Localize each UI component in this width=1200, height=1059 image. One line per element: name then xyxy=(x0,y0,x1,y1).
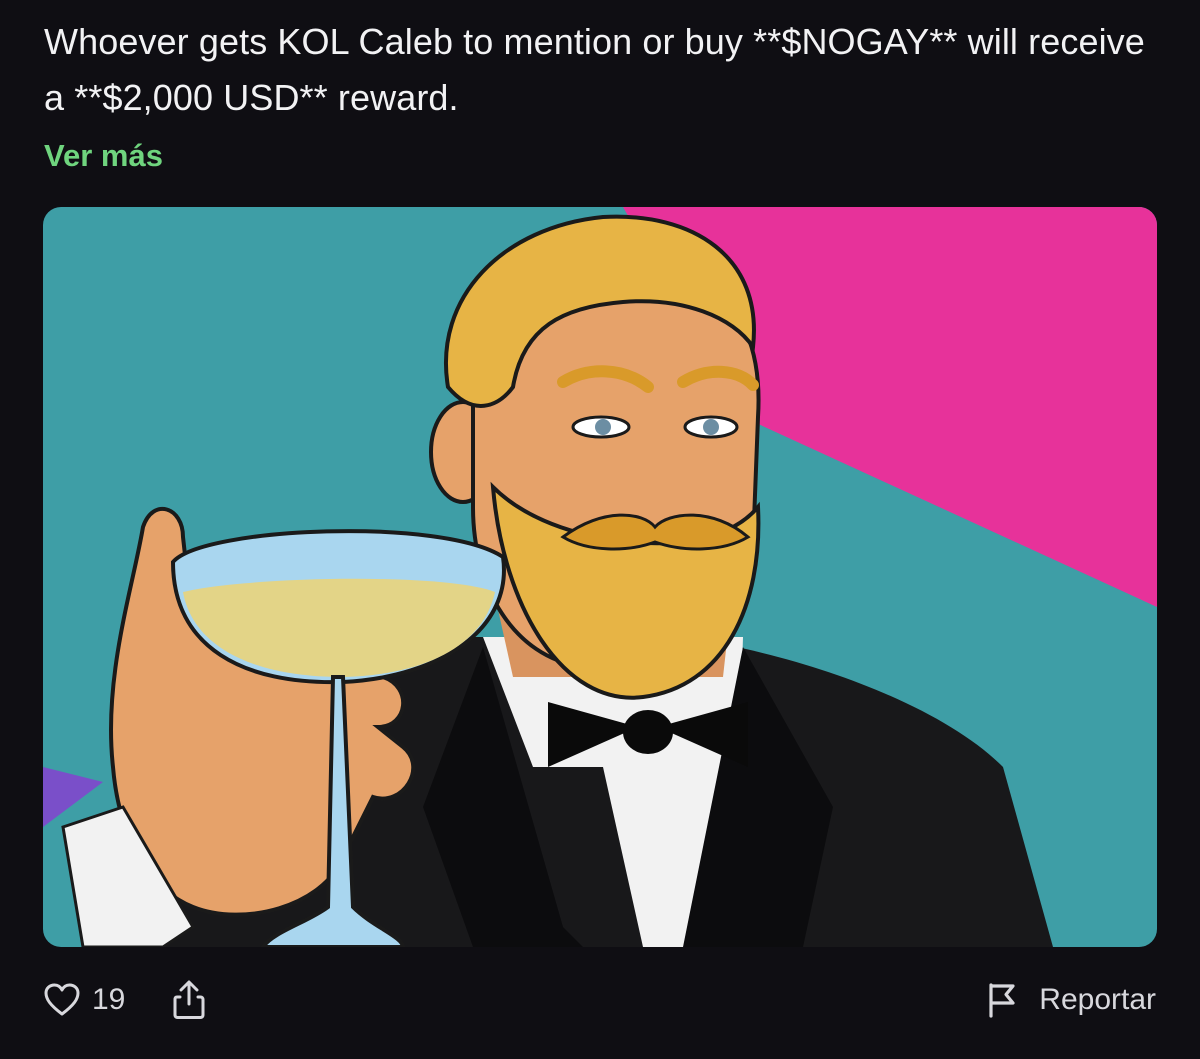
report-label: Reportar xyxy=(1039,983,1156,1016)
meme-illustration xyxy=(43,207,1157,947)
like-button[interactable]: 19 xyxy=(44,980,125,1020)
post-card: Whoever gets KOL Caleb to mention or buy… xyxy=(0,0,1200,1059)
post-image[interactable] xyxy=(43,207,1157,947)
report-button[interactable]: Reportar xyxy=(987,980,1156,1020)
see-more-link[interactable]: Ver más xyxy=(44,134,163,178)
post-actions: 19 Reportar xyxy=(0,970,1200,1030)
post-text: Whoever gets KOL Caleb to mention or buy… xyxy=(44,21,1145,118)
like-count: 19 xyxy=(92,983,126,1016)
share-button[interactable] xyxy=(171,980,207,1020)
flag-icon xyxy=(989,983,1015,1018)
heart-outline-icon xyxy=(44,983,80,1016)
share-icon xyxy=(173,980,205,1019)
